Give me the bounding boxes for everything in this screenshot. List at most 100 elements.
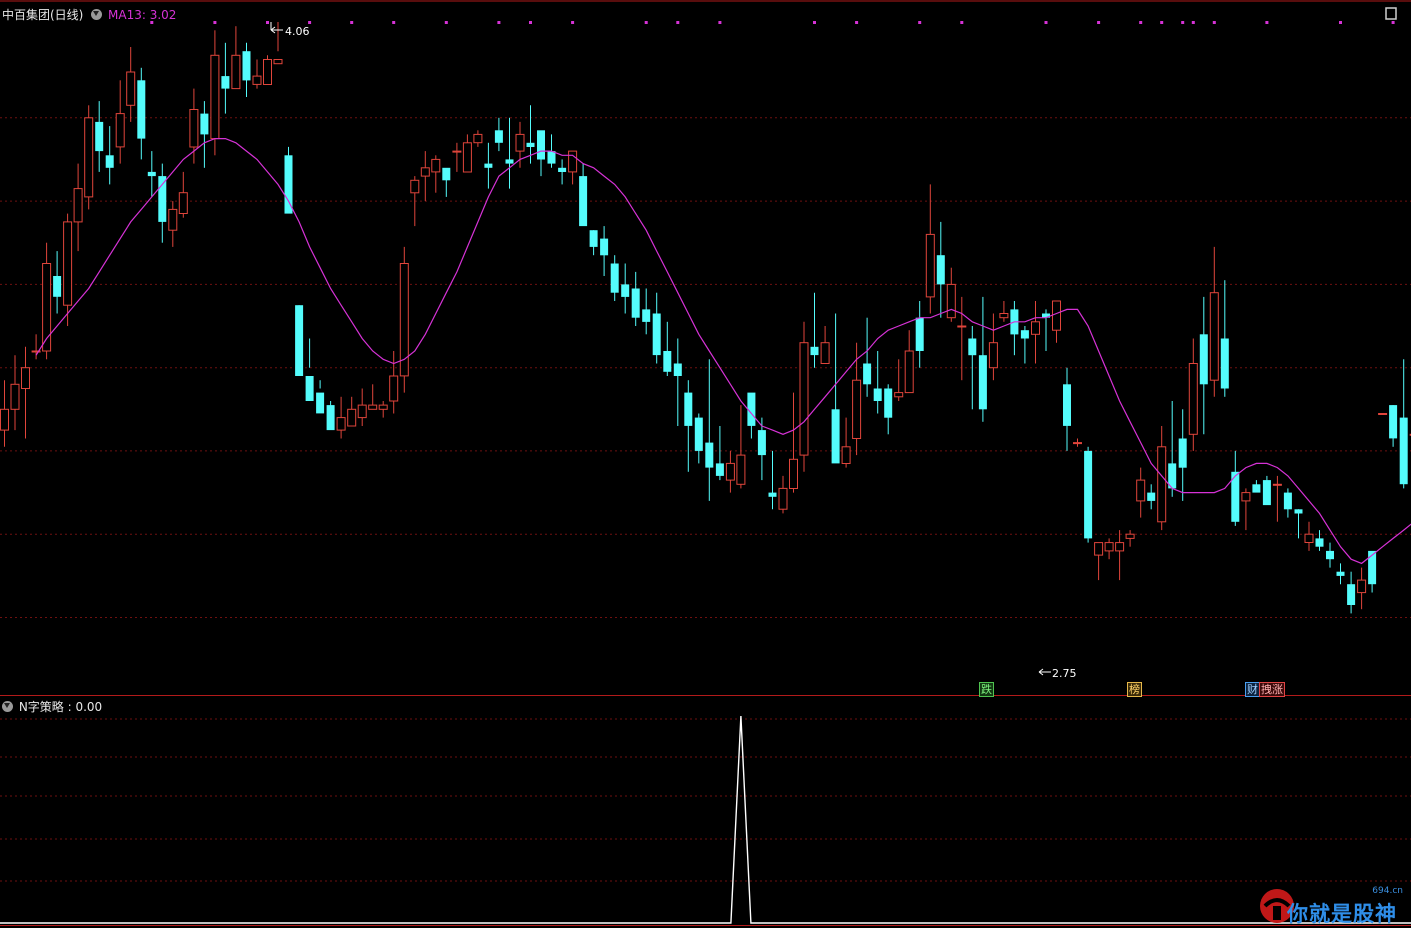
signal-dot	[444, 21, 448, 24]
candle	[137, 67, 146, 160]
candle	[1020, 326, 1029, 364]
indicator-toggle-icon[interactable]	[2, 701, 13, 712]
candle	[884, 384, 893, 435]
candle-body	[904, 350, 914, 394]
tag-bang-text: 榜	[1129, 683, 1140, 696]
candle-body	[1272, 483, 1282, 486]
signal-dot	[1391, 21, 1395, 24]
candle-body	[63, 221, 73, 306]
candle-body	[21, 367, 30, 390]
candle	[715, 426, 724, 481]
candle	[1052, 300, 1061, 343]
candle-body	[442, 167, 451, 181]
candle-body	[789, 458, 798, 489]
candle-body	[999, 313, 1009, 319]
candle-body	[389, 375, 399, 402]
signal-dot	[1181, 21, 1185, 24]
candle	[0, 380, 9, 447]
candle-body	[589, 230, 598, 247]
candle	[431, 155, 441, 193]
candle-body	[600, 238, 609, 256]
candle-body	[295, 305, 304, 376]
candle-body	[547, 151, 556, 164]
candle-body	[473, 133, 483, 144]
candle-body	[1147, 492, 1156, 501]
candle	[978, 296, 987, 422]
candle	[84, 105, 94, 210]
signal-dot	[308, 21, 312, 24]
candle-body	[725, 462, 735, 481]
candle-body	[915, 317, 924, 351]
candle-body	[431, 158, 441, 173]
candle-body	[936, 255, 945, 285]
candle-body	[1157, 446, 1167, 523]
candle	[610, 255, 619, 301]
candle-body	[1357, 579, 1367, 594]
candle-body	[810, 346, 819, 356]
candle-body	[115, 113, 125, 148]
candle-body	[1294, 509, 1303, 514]
candle	[273, 22, 283, 65]
candle-body	[378, 404, 388, 410]
candle	[105, 126, 114, 185]
indicator-line	[0, 715, 1411, 924]
candle	[789, 392, 798, 493]
candle-body	[305, 376, 314, 401]
signal-dot	[1097, 21, 1101, 24]
candle	[420, 151, 430, 202]
candle	[168, 201, 178, 247]
tag-zhuaizhang-text: 拽涨	[1261, 683, 1283, 696]
candle-body	[357, 404, 367, 419]
candle	[1010, 301, 1019, 356]
candle-body	[768, 492, 777, 497]
price-annotations	[270, 22, 1051, 676]
candle	[673, 338, 682, 426]
candle-body	[452, 150, 462, 153]
candle	[1136, 467, 1146, 518]
candle-body	[515, 133, 525, 152]
candle	[999, 301, 1009, 322]
high-price-label: 4.06	[285, 25, 310, 38]
candle	[621, 263, 630, 314]
candle	[231, 26, 241, 90]
candle	[368, 384, 378, 410]
indicator-value-label: N字策略 : 0.00	[18, 700, 103, 714]
candle-body	[189, 109, 199, 148]
candle	[31, 334, 41, 360]
candle	[1304, 521, 1314, 551]
signal-dot	[571, 21, 575, 24]
candle	[42, 242, 52, 360]
candle	[305, 338, 314, 401]
candle	[873, 351, 882, 414]
signal-dot	[1191, 21, 1195, 24]
ma-value-label: MA13: 3.02	[108, 8, 177, 22]
candlesticks	[0, 22, 1411, 614]
candle	[1147, 484, 1156, 510]
candle	[284, 146, 293, 214]
candle	[736, 405, 746, 489]
candle	[988, 313, 998, 381]
candle-body	[1104, 542, 1114, 552]
candle	[21, 346, 30, 439]
candle	[1104, 538, 1114, 560]
candle	[189, 88, 199, 164]
candle-body	[73, 188, 83, 223]
candle	[863, 317, 872, 397]
candle-body	[1052, 300, 1061, 331]
candle-body	[1241, 492, 1251, 502]
candle	[957, 296, 967, 381]
candle-body	[1094, 542, 1104, 556]
candle	[1326, 542, 1334, 568]
candle-body	[957, 325, 967, 328]
candle	[221, 42, 230, 114]
candle-body	[105, 155, 114, 168]
candle-body	[1368, 550, 1377, 585]
candle	[1220, 280, 1229, 397]
candle	[295, 305, 304, 376]
candle	[53, 251, 62, 314]
candle-body	[1136, 479, 1146, 502]
candle-body	[410, 179, 420, 194]
price-gridlines	[0, 117, 1411, 618]
ma-toggle-icon[interactable]	[91, 9, 103, 20]
candle-body	[347, 408, 357, 427]
